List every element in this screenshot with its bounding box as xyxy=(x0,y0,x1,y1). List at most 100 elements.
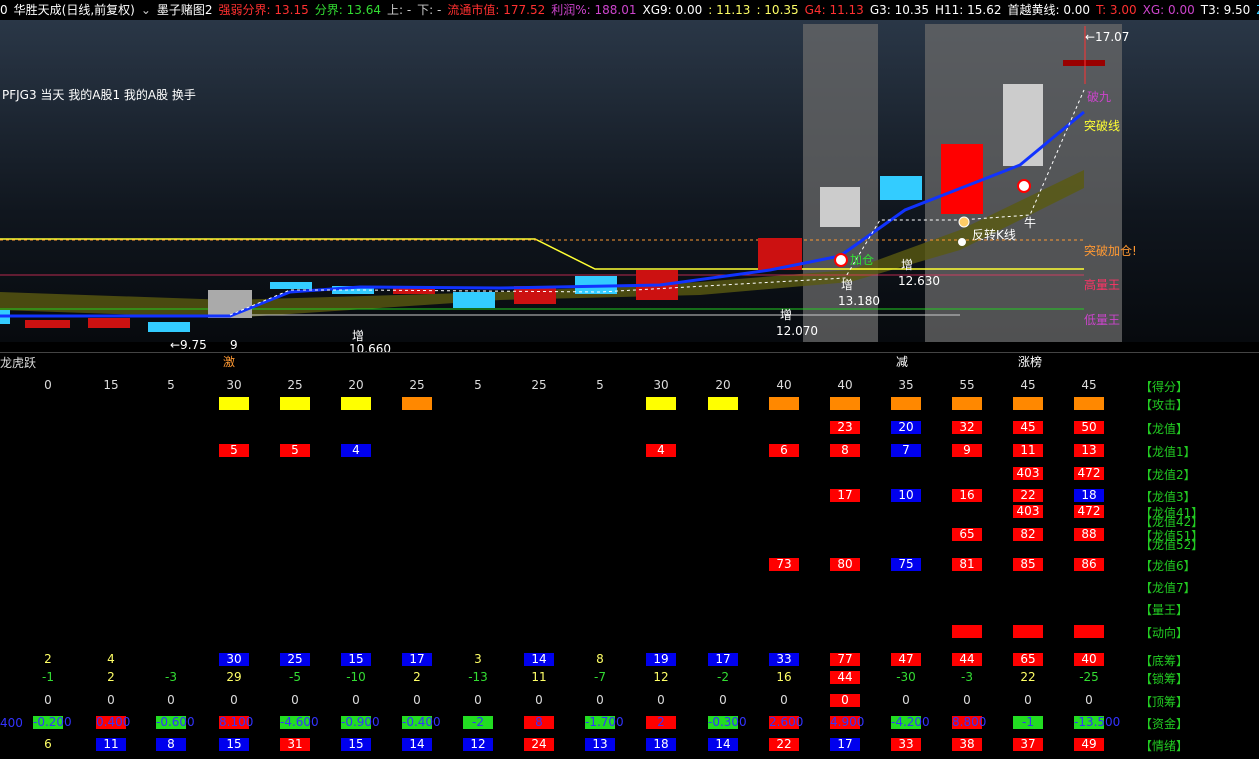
indicator-value: -3 xyxy=(961,670,973,684)
indicator-value: 16 xyxy=(776,670,792,684)
indicator-cell: 20 xyxy=(891,421,921,434)
indicator-cell: 15 xyxy=(341,738,371,751)
indicator-value: 0 xyxy=(167,693,175,707)
indicator-cell: 472 xyxy=(1074,467,1104,480)
indicator-cell: 47 xyxy=(891,653,921,666)
indicator-cell xyxy=(952,397,982,410)
indicator-value: 0 xyxy=(719,693,727,707)
indicator-cell: 15 xyxy=(341,653,371,666)
indicator-value: -25 xyxy=(1079,670,1099,684)
indicator-value: 5 xyxy=(167,378,175,392)
indicator-cell: 22 xyxy=(1013,489,1043,502)
indicator-cell: -4.600 xyxy=(280,715,319,729)
indicator-cell: -13.500 xyxy=(1074,715,1121,729)
row-label: 【量王】 xyxy=(1140,603,1189,617)
indicator-value: 0 xyxy=(44,693,52,707)
indicator-value: -5 xyxy=(289,670,301,684)
indicator-cell: 30 xyxy=(219,653,249,666)
indicator-cell: 6 xyxy=(769,444,799,457)
indicator-cell: 8.800 xyxy=(952,715,987,729)
indicator-cell xyxy=(219,397,249,410)
indicator-cell: 8.100 xyxy=(219,715,254,729)
indicator-value: -7 xyxy=(594,670,606,684)
indicator-cell xyxy=(1074,397,1104,410)
indicator-cell xyxy=(1013,625,1043,638)
indicator-cell: 2.600 xyxy=(769,715,804,729)
indicator-cell: 18 xyxy=(646,738,676,751)
indicator-cell: 17 xyxy=(708,653,738,666)
indicator-value: 22 xyxy=(1020,670,1036,684)
indicator-value: -10 xyxy=(346,670,366,684)
indicator-cell: 10 xyxy=(891,489,921,502)
indicator-cell: 49 xyxy=(1074,738,1104,751)
indicator-value: 25 xyxy=(409,378,425,392)
indicator-cell: 17 xyxy=(402,653,432,666)
row-label: 【顶筹】 xyxy=(1140,695,1189,709)
indicator-cell: 14 xyxy=(524,653,554,666)
indicator-cell: -1 xyxy=(1013,716,1043,729)
indicator-cell: 12 xyxy=(463,738,493,751)
row-label: 【龙值2】 xyxy=(1140,468,1196,482)
indicator-value: 0 xyxy=(657,693,665,707)
row-label: 【攻击】 xyxy=(1140,398,1189,412)
row-label: 【资金】 xyxy=(1140,717,1189,731)
indicator-value: 12 xyxy=(653,670,669,684)
row-label: 【龙值7】 xyxy=(1140,581,1196,595)
indicator-cell: -2 xyxy=(463,716,493,729)
indicator-cell: 25 xyxy=(280,653,310,666)
row-label: 【锁筹】 xyxy=(1140,672,1189,686)
indicator-cell: 17 xyxy=(830,489,860,502)
indicator-cell: 33 xyxy=(891,738,921,751)
indicator-value: -13 xyxy=(468,670,488,684)
indicator-table: 【得分】 0 15 5 30 25 20 25 5 25 5 30 20 40 40 35 55 45 45 【攻击】… xyxy=(0,0,1259,759)
indicator-cell: 45 xyxy=(1013,421,1043,434)
indicator-cell: 13 xyxy=(585,738,615,751)
row-label: 【龙值52】 xyxy=(1140,538,1204,552)
indicator-cell: -0.200 xyxy=(33,715,72,729)
indicator-value: 2 xyxy=(107,670,115,684)
indicator-value: 0 xyxy=(963,693,971,707)
indicator-cell: 65 xyxy=(1013,653,1043,666)
indicator-cell: 32 xyxy=(952,421,982,434)
indicator-value: 15 xyxy=(103,378,119,392)
indicator-cell: 15 xyxy=(219,738,249,751)
indicator-cell: 0 xyxy=(830,694,860,707)
indicator-cell: 0.400 xyxy=(96,715,131,729)
indicator-cell: 14 xyxy=(708,738,738,751)
indicator-cell: 17 xyxy=(830,738,860,751)
indicator-cell xyxy=(952,625,982,638)
indicator-value: 45 xyxy=(1081,378,1097,392)
indicator-value: 29 xyxy=(226,670,242,684)
indicator-cell: 14 xyxy=(402,738,432,751)
indicator-cell xyxy=(1074,625,1104,638)
indicator-value: 3 xyxy=(474,652,482,666)
indicator-cell: 4 xyxy=(646,444,676,457)
indicator-cell: 82 xyxy=(1013,528,1043,541)
indicator-value: 8 xyxy=(596,652,604,666)
indicator-cell xyxy=(646,397,676,410)
indicator-cell: 472 xyxy=(1074,505,1104,518)
indicator-cell: 81 xyxy=(952,558,982,571)
indicator-value: 0 xyxy=(780,693,788,707)
indicator-cell: 4 xyxy=(341,444,371,457)
indicator-cell xyxy=(708,397,738,410)
indicator-cell: 75 xyxy=(891,558,921,571)
indicator-cell xyxy=(830,397,860,410)
indicator-value: 40 xyxy=(837,378,853,392)
row-label: 【情绪】 xyxy=(1140,739,1189,753)
indicator-value: -2 xyxy=(717,670,729,684)
indicator-cell: 18 xyxy=(1074,489,1104,502)
indicator-cell: 65 xyxy=(952,528,982,541)
indicator-cell: 37 xyxy=(1013,738,1043,751)
indicator-cell xyxy=(891,397,921,410)
indicator-cell: 13 xyxy=(1074,444,1104,457)
indicator-value: 0 xyxy=(413,693,421,707)
indicator-value: 30 xyxy=(653,378,669,392)
row-label: 【底筹】 xyxy=(1140,654,1189,668)
indicator-cell: 77 xyxy=(830,653,860,666)
indicator-value: 25 xyxy=(287,378,303,392)
indicator-value: 0 xyxy=(1085,693,1093,707)
indicator-cell: 80 xyxy=(830,558,860,571)
row-label: 【龙值6】 xyxy=(1140,559,1196,573)
indicator-cell: 11 xyxy=(96,738,126,751)
